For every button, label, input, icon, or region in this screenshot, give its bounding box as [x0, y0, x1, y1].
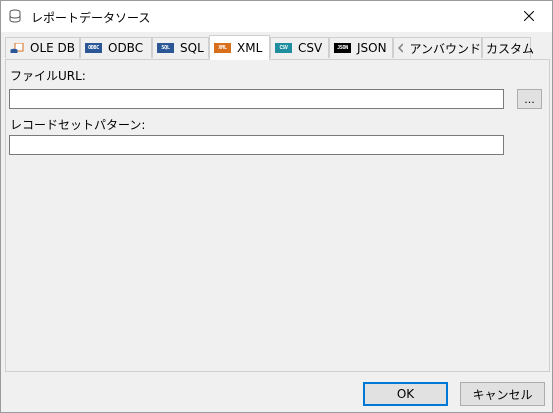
tab-xml[interactable]: XML XML [209, 35, 270, 60]
datasource-tabs: OLE DB ODBC ODBC SQL SQL XML XML CSV CSV… [5, 35, 550, 60]
unbound-icon [398, 43, 404, 53]
tab-json[interactable]: JSON JSON [329, 37, 393, 58]
tab-ole-db[interactable]: OLE DB [5, 37, 80, 58]
tab-csv[interactable]: CSV CSV [270, 37, 329, 58]
tab-unbound[interactable]: アンバウンド [393, 37, 482, 58]
window-title: レポートデータソース [31, 11, 151, 25]
tab-label: ODBC [108, 41, 144, 55]
tab-label: XML [237, 41, 263, 55]
close-icon [523, 10, 535, 24]
tab-odbc[interactable]: ODBC ODBC [80, 37, 152, 58]
odbc-icon: ODBC [85, 43, 102, 53]
tab-label: JSON [357, 41, 387, 55]
browse-button[interactable]: ... [517, 89, 542, 109]
tab-sql[interactable]: SQL SQL [152, 37, 209, 58]
xml-icon: XML [214, 43, 231, 53]
file-url-label: ファイルURL: [10, 69, 86, 83]
database-icon [9, 9, 21, 23]
tab-label: アンバウンド [409, 41, 481, 56]
report-datasource-dialog: レポートデータソース OLE DB ODBC ODBC SQL SQL XML … [0, 0, 553, 413]
json-icon: JSON [334, 43, 351, 53]
tab-custom[interactable]: カスタム [482, 37, 535, 58]
tab-label: CSV [298, 41, 323, 55]
close-button[interactable] [506, 1, 552, 32]
ole-db-icon [10, 43, 24, 53]
tab-label: OLE DB [30, 41, 75, 55]
xml-settings-panel: ファイルURL: ... レコードセットパターン: [5, 59, 550, 372]
record-pattern-label: レコードセットパターン: [10, 118, 146, 132]
cancel-button[interactable]: キャンセル [460, 382, 545, 406]
csv-icon: CSV [275, 43, 292, 53]
tab-label: SQL [180, 41, 204, 55]
sql-icon: SQL [157, 43, 174, 53]
ok-button[interactable]: OK [363, 382, 448, 406]
title-bar: レポートデータソース [1, 1, 552, 32]
record-pattern-input[interactable] [9, 135, 504, 155]
file-url-input[interactable] [9, 89, 504, 109]
tab-label: カスタム [486, 41, 535, 56]
